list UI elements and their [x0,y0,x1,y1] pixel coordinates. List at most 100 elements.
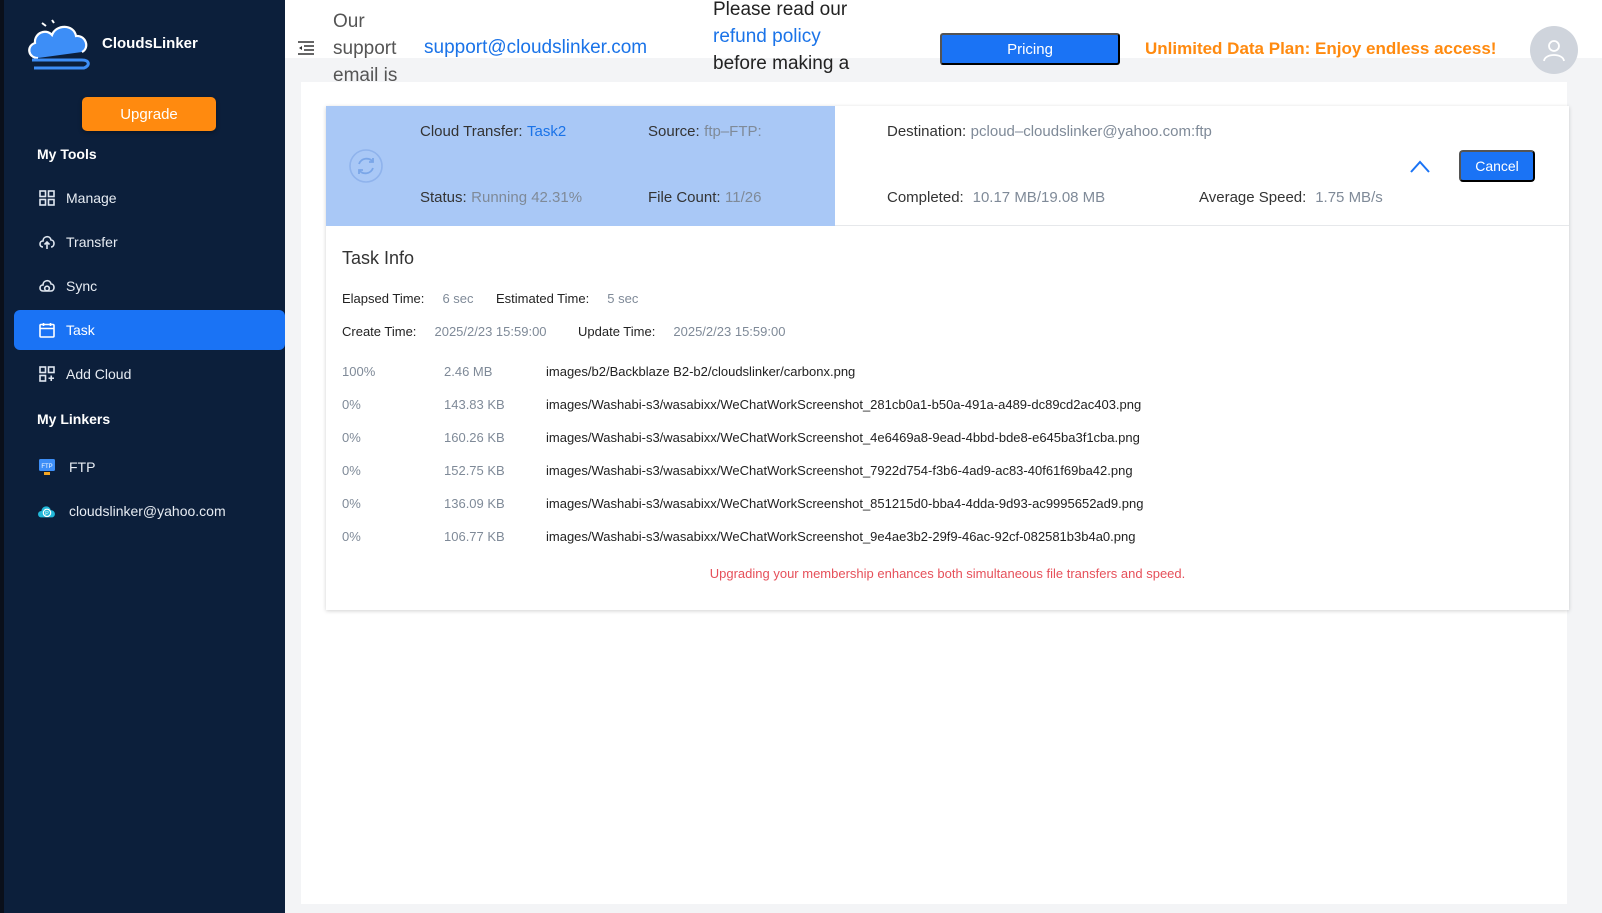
destination-value: pcloud–cloudslinker@yahoo.com:ftp [970,123,1212,140]
sidebar-item-label: Sync [66,278,98,294]
refund-suffix: before making a [713,53,850,74]
sidebar-item-label: Add Cloud [66,366,132,382]
source-value: ftp–FTP: [704,123,762,140]
main-content: Cloud Transfer: Task2 Source: ftp–FTP: S… [285,82,1602,913]
file-progress: 0% [342,463,361,478]
brand-name: CloudsLinker [102,34,198,52]
elapsed-time-value: 6 sec [442,291,474,306]
file-row: 0% 143.83 KB images/Washabi-s3/wasabixx/… [342,397,1542,417]
file-row: 100% 2.46 MB images/b2/Backblaze B2-b2/c… [342,364,1542,384]
file-path: images/Washabi-s3/wasabixx/WeChatWorkScr… [546,529,1136,544]
sidebar: CloudsLinker Upgrade My Tools Manage Tra… [0,0,285,913]
file-size: 143.83 KB [444,397,505,412]
support-text: Our support email is [333,11,398,82]
sidebar-item-transfer[interactable]: Transfer [14,222,285,262]
svg-text:P: P [45,511,49,517]
cloud-transfer-label: Cloud Transfer: [420,123,523,140]
file-count-label: File Count: [648,189,721,206]
sidebar-item-label: Task [66,322,95,338]
cloud-transfer-field: Cloud Transfer: Task2 [420,123,566,141]
calendar-icon [38,321,56,339]
average-speed-value: 1.75 MB/s [1315,189,1383,206]
sidebar-item-manage[interactable]: Manage [14,178,285,218]
user-icon [1543,40,1565,62]
avatar[interactable] [1530,26,1578,74]
cancel-button[interactable]: Cancel [1459,150,1535,182]
source-label: Source: [648,123,700,140]
average-speed-field: Average Speed: 1.75 MB/s [1199,189,1383,207]
add-grid-icon [38,365,56,383]
upgrade-button[interactable]: Upgrade [82,97,216,131]
task-info-title: Task Info [342,248,415,268]
file-row: 0% 106.77 KB images/Washabi-s3/wasabixx/… [342,529,1542,549]
upgrade-notice: Upgrading your membership enhances both … [709,566,1186,581]
content-panel: Cloud Transfer: Task2 Source: ftp–FTP: S… [301,82,1569,904]
sidebar-item-task[interactable]: Task [14,310,285,350]
linker-label: FTP [69,459,96,475]
destination-label: Destination: [887,123,967,140]
completed-label: Completed: [887,189,964,206]
pcloud-icon: P [36,500,58,522]
update-time-label: Update Time: [578,324,656,339]
support-email-link[interactable]: support@cloudslinker.com [424,37,647,59]
source-field: Source: ftp–FTP: [648,123,762,141]
sidebar-item-sync[interactable]: Sync [14,266,285,306]
file-path: images/Washabi-s3/wasabixx/WeChatWorkScr… [546,463,1133,478]
pricing-button[interactable]: Pricing [940,33,1120,65]
sync-spinner-icon [349,149,383,183]
refund-prefix: Please read our [713,0,848,20]
file-size: 152.75 KB [444,463,505,478]
estimated-time-label: Estimated Time: [496,291,590,306]
average-speed-label: Average Speed: [1199,189,1307,206]
linker-label: cloudslinker@yahoo.com [69,503,226,519]
file-path: images/Washabi-s3/wasabixx/WeChatWorkScr… [546,397,1142,412]
task-summary: Cloud Transfer: Task2 Source: ftp–FTP: S… [326,106,1569,226]
brand[interactable]: CloudsLinker [24,18,198,72]
file-row: 0% 136.09 KB images/Washabi-s3/wasabixx/… [342,496,1542,516]
cloud-upload-icon [38,233,56,251]
file-progress: 100% [342,364,376,379]
app-window: CloudsLinker Upgrade My Tools Manage Tra… [0,0,1602,913]
cloud-sync-icon [38,277,56,295]
my-tools-heading: My Tools [37,146,97,162]
file-row: 0% 160.26 KB images/Washabi-s3/wasabixx/… [342,430,1542,450]
refund-policy-link[interactable]: refund policy [713,26,821,47]
completed-value: 10.17 MB/19.08 MB [972,189,1106,206]
file-count-field: File Count: 11/26 [648,189,761,207]
status-value: Running 42.31% [471,189,583,206]
file-count-value: 11/26 [725,189,762,206]
file-path: images/Washabi-s3/wasabixx/WeChatWorkScr… [546,430,1140,445]
file-path: images/b2/Backblaze B2-b2/cloudslinker/c… [546,364,856,379]
sidebar-item-add-cloud[interactable]: Add Cloud [14,354,285,394]
estimated-time-field: Estimated Time: 5 sec [496,291,638,306]
create-time-label: Create Time: [342,324,417,339]
update-time-field: Update Time: 2025/2/23 15:59:00 [578,324,785,339]
file-size: 2.46 MB [444,364,493,379]
status-field: Status: Running 42.31% [420,189,582,207]
menu-fold-icon[interactable] [297,40,315,56]
top-header: Our support email is support@cloudslinke… [285,0,1602,82]
ftp-icon: FTP [36,456,58,478]
svg-text:FTP: FTP [41,464,52,470]
promo-banner[interactable]: Unlimited Data Plan: Enjoy endless acces… [1145,39,1496,59]
grid-icon [38,189,56,207]
task-name-link[interactable]: Task2 [527,123,566,140]
file-progress: 0% [342,397,361,412]
file-size: 136.09 KB [444,496,505,511]
sidebar-item-label: Manage [66,190,117,206]
file-progress: 0% [342,496,361,511]
chevron-up-icon[interactable] [1409,158,1431,174]
file-size: 106.77 KB [444,529,505,544]
refund-notice: Please read our refund policy before mak… [713,0,873,77]
completed-field: Completed: 10.17 MB/19.08 MB [887,189,1105,207]
create-time-value: 2025/2/23 15:59:00 [434,324,547,339]
estimated-time-value: 5 sec [607,291,639,306]
linker-ftp[interactable]: FTP FTP [36,456,95,478]
linker-pcloud[interactable]: P cloudslinker@yahoo.com [36,500,226,522]
file-progress: 0% [342,430,361,445]
file-row: 0% 152.75 KB images/Washabi-s3/wasabixx/… [342,463,1542,483]
file-size: 160.26 KB [444,430,505,445]
file-path: images/Washabi-s3/wasabixx/WeChatWorkScr… [546,496,1144,511]
create-time-field: Create Time: 2025/2/23 15:59:00 [342,324,547,339]
elapsed-time-label: Elapsed Time: [342,291,425,306]
